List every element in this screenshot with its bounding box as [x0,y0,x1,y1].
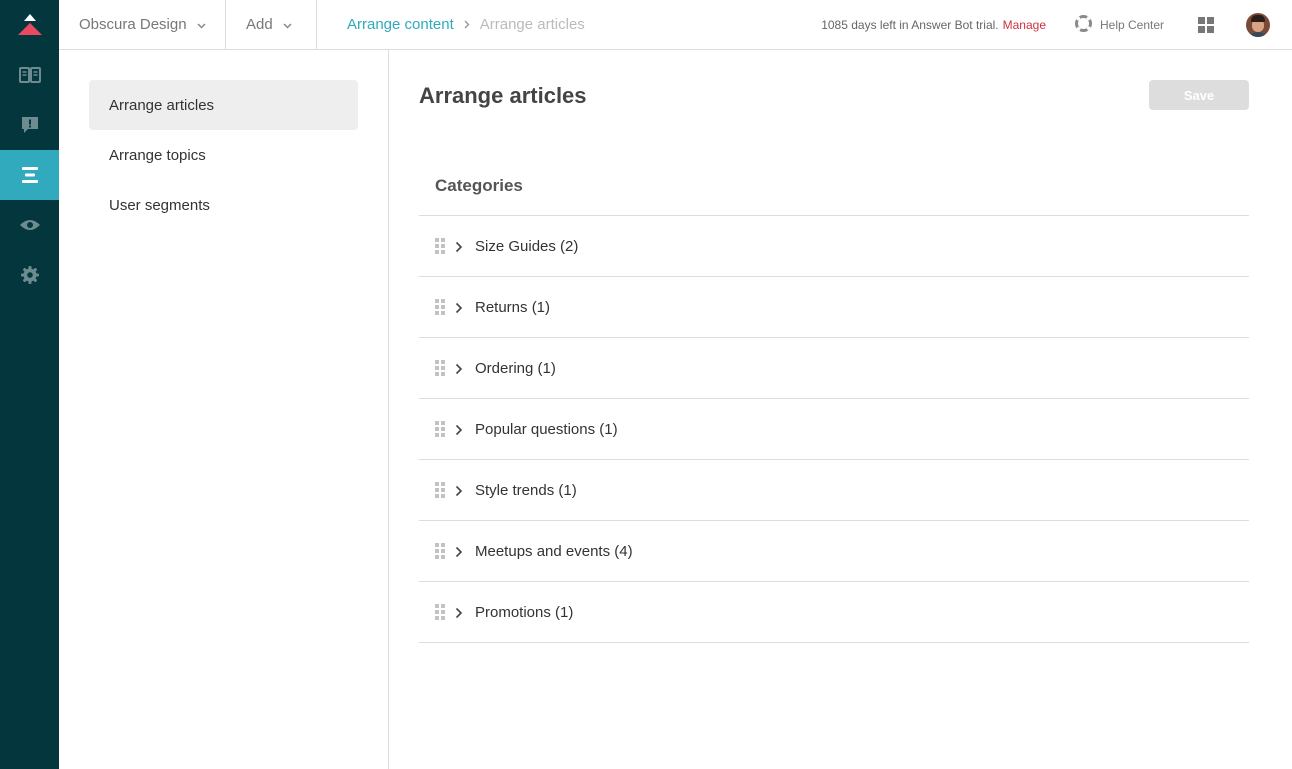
category-row[interactable]: Meetups and events (4) [419,521,1249,582]
chevron-right-icon[interactable] [455,301,465,314]
category-label: Style trends (1) [475,481,577,499]
main-content: Arrange articles Save Categories Size Gu… [389,50,1292,769]
rail-item-arrange-content[interactable] [0,150,59,200]
gear-icon [20,265,40,285]
category-row[interactable]: Promotions (1) [419,582,1249,643]
nav-user-segments[interactable]: User segments [89,180,358,230]
product-rail [0,0,59,769]
alert-icon [20,115,40,135]
drag-handle-icon[interactable] [435,543,445,559]
top-bar: Obscura Design Add Arrange content Arran… [59,0,1292,50]
help-center-link[interactable]: Help Center [1075,0,1164,49]
chevron-right-icon [464,17,470,32]
chevron-right-icon[interactable] [455,362,465,375]
category-label: Popular questions (1) [475,420,618,438]
chevron-down-icon [197,16,206,33]
trial-text: 1085 days left in Answer Bot trial. [821,17,999,32]
user-avatar[interactable] [1246,13,1270,37]
secondary-nav: Arrange articles Arrange topics User seg… [59,50,389,769]
categories-list: Size Guides (2) Returns (1) Ordering (1)… [419,215,1249,643]
manage-link[interactable]: Manage [1003,18,1046,32]
apps-grid-icon[interactable] [1198,17,1214,33]
chevron-right-icon[interactable] [455,484,465,497]
breadcrumb: Arrange content Arrange articles [347,0,585,49]
brand-dropdown[interactable]: Obscura Design [59,0,226,49]
category-row[interactable]: Returns (1) [419,277,1249,338]
drag-handle-icon[interactable] [435,421,445,437]
rail-item-preview[interactable] [0,200,59,250]
rail-item-guide[interactable] [0,50,59,100]
chevron-right-icon[interactable] [455,606,465,619]
drag-handle-icon[interactable] [435,360,445,376]
drag-handle-icon[interactable] [435,238,445,254]
arrange-icon [20,166,40,184]
nav-arrange-articles[interactable]: Arrange articles [89,80,358,130]
zendesk-logo-icon[interactable] [0,0,59,50]
drag-handle-icon[interactable] [435,299,445,315]
add-label: Add [246,16,273,33]
brand-name: Obscura Design [79,16,187,33]
nav-item-label: Arrange topics [109,146,206,164]
category-label: Size Guides (2) [475,237,579,255]
nav-arrange-topics[interactable]: Arrange topics [89,130,358,180]
book-icon [18,67,41,83]
category-row[interactable]: Ordering (1) [419,338,1249,399]
category-row[interactable]: Size Guides (2) [419,216,1249,277]
category-row[interactable]: Style trends (1) [419,460,1249,521]
category-label: Ordering (1) [475,359,556,377]
drag-handle-icon[interactable] [435,604,445,620]
categories-header: Categories [435,176,523,195]
page-title: Arrange articles [419,83,587,108]
trial-notice: 1085 days left in Answer Bot trial. Mana… [821,0,1046,49]
chevron-right-icon[interactable] [455,545,465,558]
nav-item-label: User segments [109,196,210,214]
rail-item-settings[interactable] [0,250,59,300]
chevron-down-icon [283,16,292,33]
rail-item-moderation[interactable] [0,100,59,150]
drag-handle-icon[interactable] [435,482,445,498]
breadcrumb-arrange-content[interactable]: Arrange content [347,16,454,33]
category-label: Promotions (1) [475,603,574,621]
lifebuoy-icon [1075,14,1100,35]
breadcrumb-current: Arrange articles [479,16,585,33]
save-button[interactable]: Save [1149,80,1249,110]
chevron-right-icon[interactable] [455,423,465,436]
category-label: Returns (1) [475,298,551,316]
help-center-label: Help Center [1100,17,1165,32]
category-row[interactable]: Popular questions (1) [419,399,1249,460]
category-label: Meetups and events (4) [475,542,633,560]
chevron-right-icon[interactable] [455,240,465,253]
add-dropdown[interactable]: Add [226,0,317,49]
nav-item-label: Arrange articles [109,96,215,114]
eye-icon [19,218,41,232]
